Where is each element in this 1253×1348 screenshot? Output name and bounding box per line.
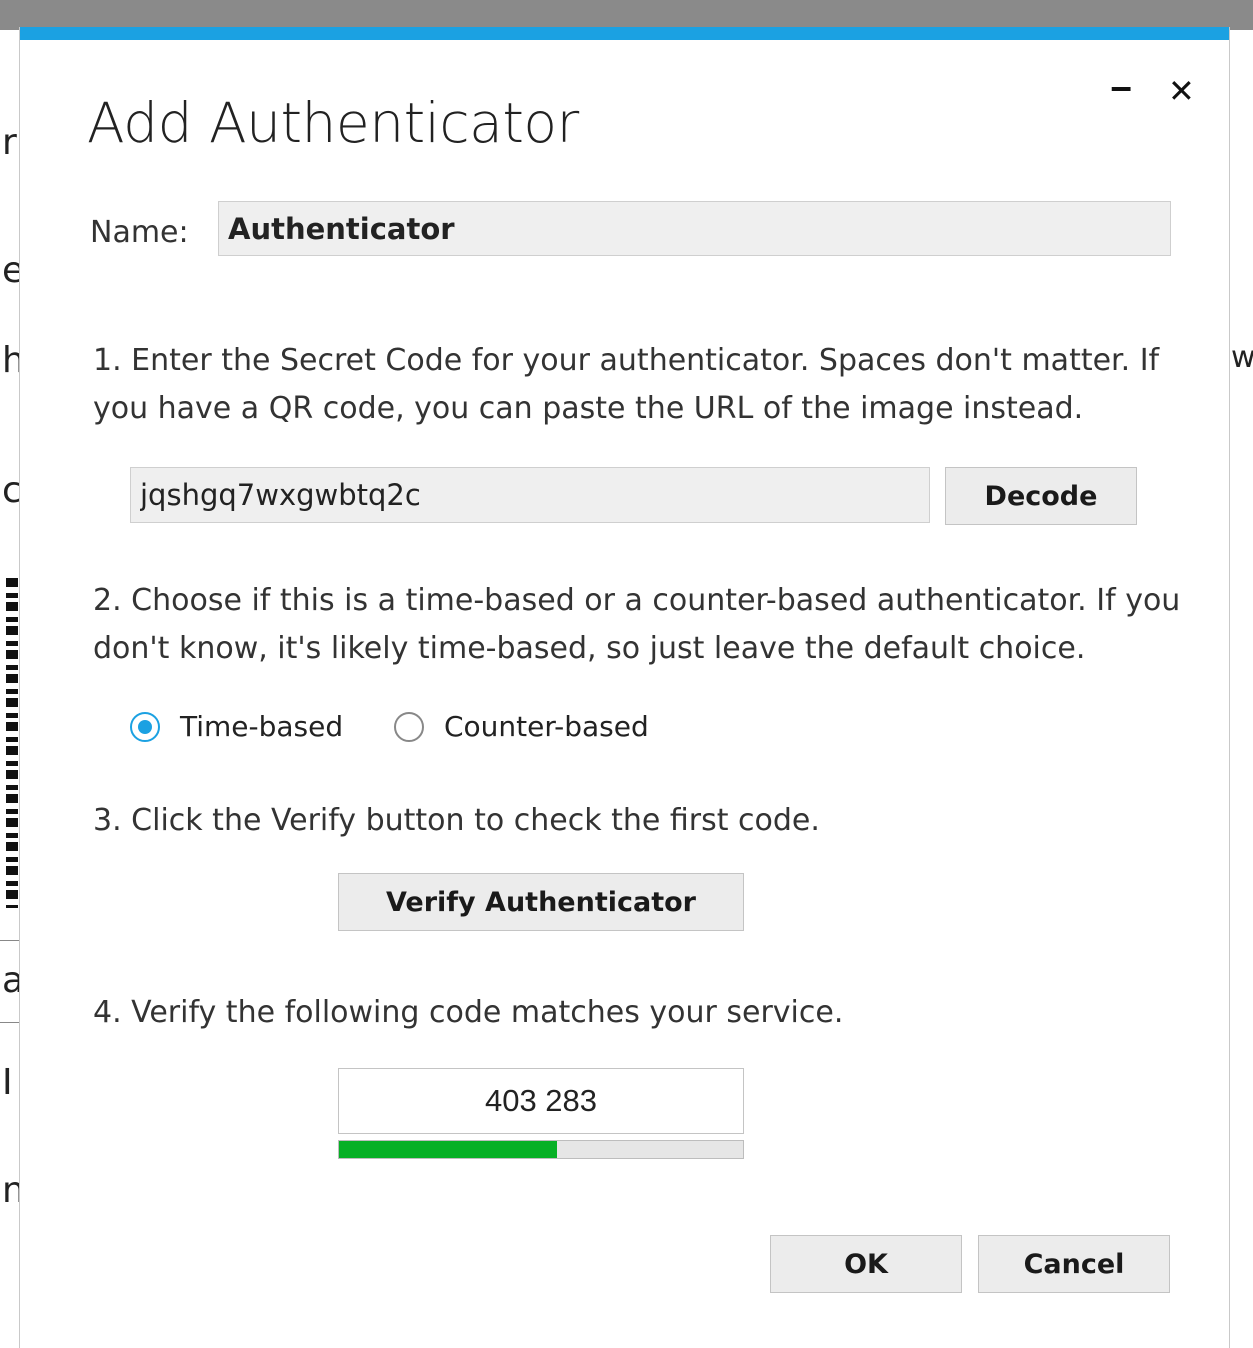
counter-based-label: Counter-based [444, 710, 649, 743]
progress-fill [339, 1141, 558, 1158]
radio-checked-icon [130, 711, 160, 742]
background-window-titlebar [0, 0, 1253, 30]
step2-instructions: 2. Choose if this is a time-based or a c… [93, 583, 1181, 666]
time-based-radio[interactable]: Time-based [130, 710, 343, 743]
ok-button[interactable]: OK [770, 1235, 962, 1293]
minimize-icon[interactable]: ‒ [1110, 71, 1132, 103]
background-text-fragment: I [2, 1062, 13, 1103]
dialog-accent-bar [20, 27, 1229, 40]
background-text-fragment: w [1231, 340, 1253, 375]
radio-unchecked-icon [394, 711, 424, 742]
verify-authenticator-button[interactable]: Verify Authenticator [338, 873, 744, 931]
step1-instructions: 1. Enter the Secret Code for your authen… [93, 343, 1160, 426]
close-icon[interactable]: ✕ [1168, 75, 1195, 107]
background-text-fragment: r [2, 122, 17, 163]
name-label: Name: [90, 215, 189, 250]
background-divider [0, 1022, 19, 1023]
cancel-button[interactable]: Cancel [978, 1235, 1170, 1293]
add-authenticator-dialog: ‒ ✕ Add Authenticator Name: 1. Enter the… [19, 27, 1230, 1348]
step3-instructions: 3. Click the Verify button to check the … [93, 803, 820, 838]
background-qr-code [6, 578, 18, 908]
decode-button[interactable]: Decode [945, 467, 1137, 525]
secret-code-input[interactable] [130, 467, 930, 523]
time-based-label: Time-based [180, 710, 344, 743]
dialog-title: Add Authenticator [87, 91, 579, 155]
background-divider [0, 940, 19, 941]
code-expiry-progress-bar [338, 1140, 744, 1159]
verification-code-display: 403 283 [338, 1068, 744, 1134]
name-input[interactable] [218, 201, 1171, 256]
counter-based-radio[interactable]: Counter-based [394, 710, 649, 743]
step4-instructions: 4. Verify the following code matches you… [93, 995, 844, 1030]
